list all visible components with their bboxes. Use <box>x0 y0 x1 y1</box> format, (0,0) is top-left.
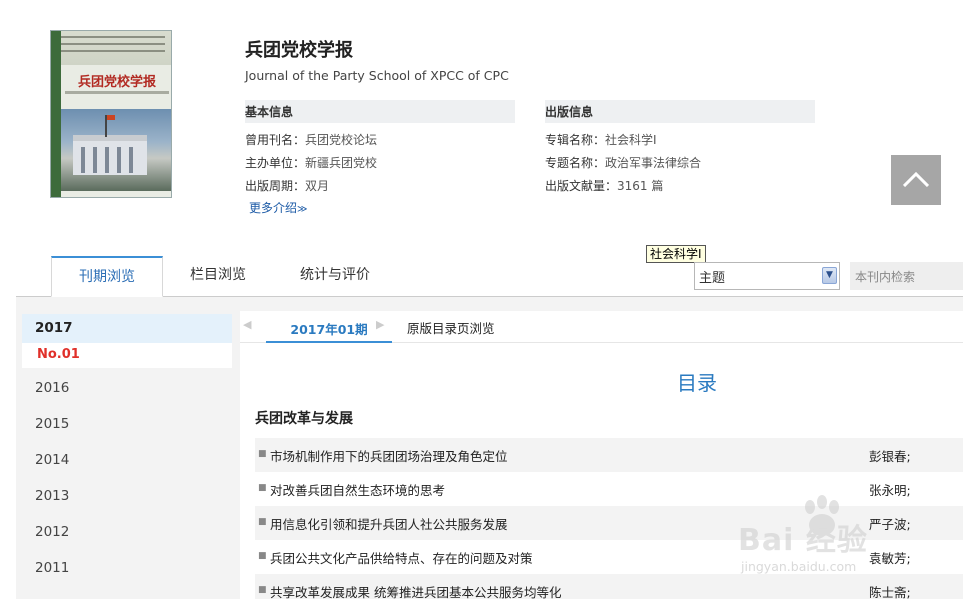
current-issue-tab[interactable]: 2017年01期 <box>266 312 392 343</box>
article-row: ■ 市场机制作用下的兵团团场治理及角色定位 彭银春; <box>255 438 963 472</box>
doc-count-row: 出版文献量：3161 篇 <box>545 177 663 194</box>
article-author[interactable]: 彭银春; <box>869 446 911 465</box>
search-field-selected: 主题 <box>699 271 726 286</box>
year-item[interactable]: 2015 <box>22 408 232 444</box>
back-to-top-button[interactable] <box>891 155 941 205</box>
year-item[interactable]: 2012 <box>22 516 232 552</box>
cover-flag <box>105 115 115 137</box>
column-title: 兵团改革与发展 <box>255 411 353 427</box>
former-name-label: 曾用刊名： <box>245 133 306 147</box>
former-name-value: 兵团党校论坛 <box>305 133 378 147</box>
journal-page: 兵团党校学报 兵团党校学报 Journal of the Party Schoo… <box>0 0 963 599</box>
original-toc-link[interactable]: 原版目录页浏览 <box>407 318 495 337</box>
basic-info-heading: 基本信息 <box>245 100 515 123</box>
topic-value[interactable]: 政治军事法律综合 <box>605 156 701 170</box>
publish-info-heading: 出版信息 <box>545 100 815 123</box>
in-journal-search-input[interactable]: 本刊内检索 <box>850 262 963 290</box>
next-issue-icon[interactable]: ▶ <box>376 318 384 331</box>
issue-item-no01[interactable]: No.01 <box>22 343 232 368</box>
year-item[interactable]: 2011 <box>22 552 232 588</box>
search-field-select[interactable]: 主题 ▼ <box>694 262 840 290</box>
doc-count-unit: 篇 <box>647 179 664 193</box>
period-value: 双月 <box>305 179 330 193</box>
baidu-jingyan-watermark: Bai 经验 jingyan.baidu.com <box>738 493 958 579</box>
period-row: 出版周期：双月 <box>245 177 329 194</box>
bullet-icon: ■ <box>258 449 267 459</box>
journal-english-title: Journal of the Party School of XPCC of C… <box>245 68 509 83</box>
journal-title: 兵团党校学报 <box>245 40 353 61</box>
year-item[interactable]: 2014 <box>22 444 232 480</box>
article-title-link[interactable]: 兵团公共文化产品供给特点、存在的问题及对策 <box>270 548 533 567</box>
more-intro-link[interactable]: 更多介绍≫ <box>249 199 307 216</box>
toc-heading: 目录 <box>677 371 717 395</box>
dropdown-arrow-icon[interactable]: ▼ <box>822 267 837 284</box>
tooltip: 社会科学I <box>646 245 706 263</box>
article-title-link[interactable]: 用信息化引领和提升兵团人社公共服务发展 <box>270 514 508 533</box>
journal-cover-image[interactable]: 兵团党校学报 <box>50 30 172 198</box>
article-title-link[interactable]: 共享改革发展成果 统筹推进兵团基本公共服务均等化 <box>270 582 561 599</box>
period-label: 出版周期： <box>245 179 306 193</box>
more-intro-label: 更多介绍 <box>249 201 298 215</box>
bullet-icon: ■ <box>258 483 267 493</box>
tab-column-browse[interactable]: 栏目浏览 <box>175 256 261 297</box>
chevron-up-icon <box>903 171 929 187</box>
bullet-icon: ■ <box>258 517 267 527</box>
cover-header-strip <box>51 31 171 65</box>
cover-spine <box>51 31 61 197</box>
article-title-link[interactable]: 市场机制作用下的兵团团场治理及角色定位 <box>270 446 508 465</box>
topic-row: 专题名称：政治军事法律综合 <box>545 154 701 171</box>
series-label: 专辑名称： <box>545 133 606 147</box>
cover-building <box>73 135 147 175</box>
watermark-url: jingyan.baidu.com <box>741 559 857 574</box>
article-author[interactable]: 陈士斋; <box>869 582 911 599</box>
tab-issue-browse[interactable]: 刊期浏览 <box>51 256 163 297</box>
bullet-icon: ■ <box>258 551 267 561</box>
series-value[interactable]: 社会科学I <box>605 133 657 147</box>
year-item[interactable]: 2016 <box>22 372 232 408</box>
tab-stats-evaluation[interactable]: 统计与评价 <box>290 256 380 297</box>
watermark-text: Bai 经验 <box>738 523 868 558</box>
topic-label: 专题名称： <box>545 156 606 170</box>
sponsor-row: 主办单位：新疆兵团党校 <box>245 154 377 171</box>
sponsor-label: 主办单位： <box>245 156 306 170</box>
series-row: 专辑名称：社会科学I <box>545 131 657 148</box>
sponsor-value: 新疆兵团党校 <box>305 156 378 170</box>
doc-count-label: 出版文献量： <box>545 179 618 193</box>
year-item[interactable]: 2013 <box>22 480 232 516</box>
bullet-icon: ■ <box>258 585 267 595</box>
double-chevron-down-icon: ≫ <box>297 204 308 215</box>
year-item-2017[interactable]: 2017 <box>22 314 232 343</box>
cover-subtitle-line <box>65 91 169 94</box>
prev-issue-icon[interactable]: ◀ <box>243 318 251 331</box>
cover-title: 兵团党校学报 <box>77 75 156 90</box>
former-name-row: 曾用刊名：兵团党校论坛 <box>245 131 377 148</box>
article-title-link[interactable]: 对改善兵团自然生态环境的思考 <box>270 480 445 499</box>
doc-count-value: 3161 <box>617 179 648 193</box>
